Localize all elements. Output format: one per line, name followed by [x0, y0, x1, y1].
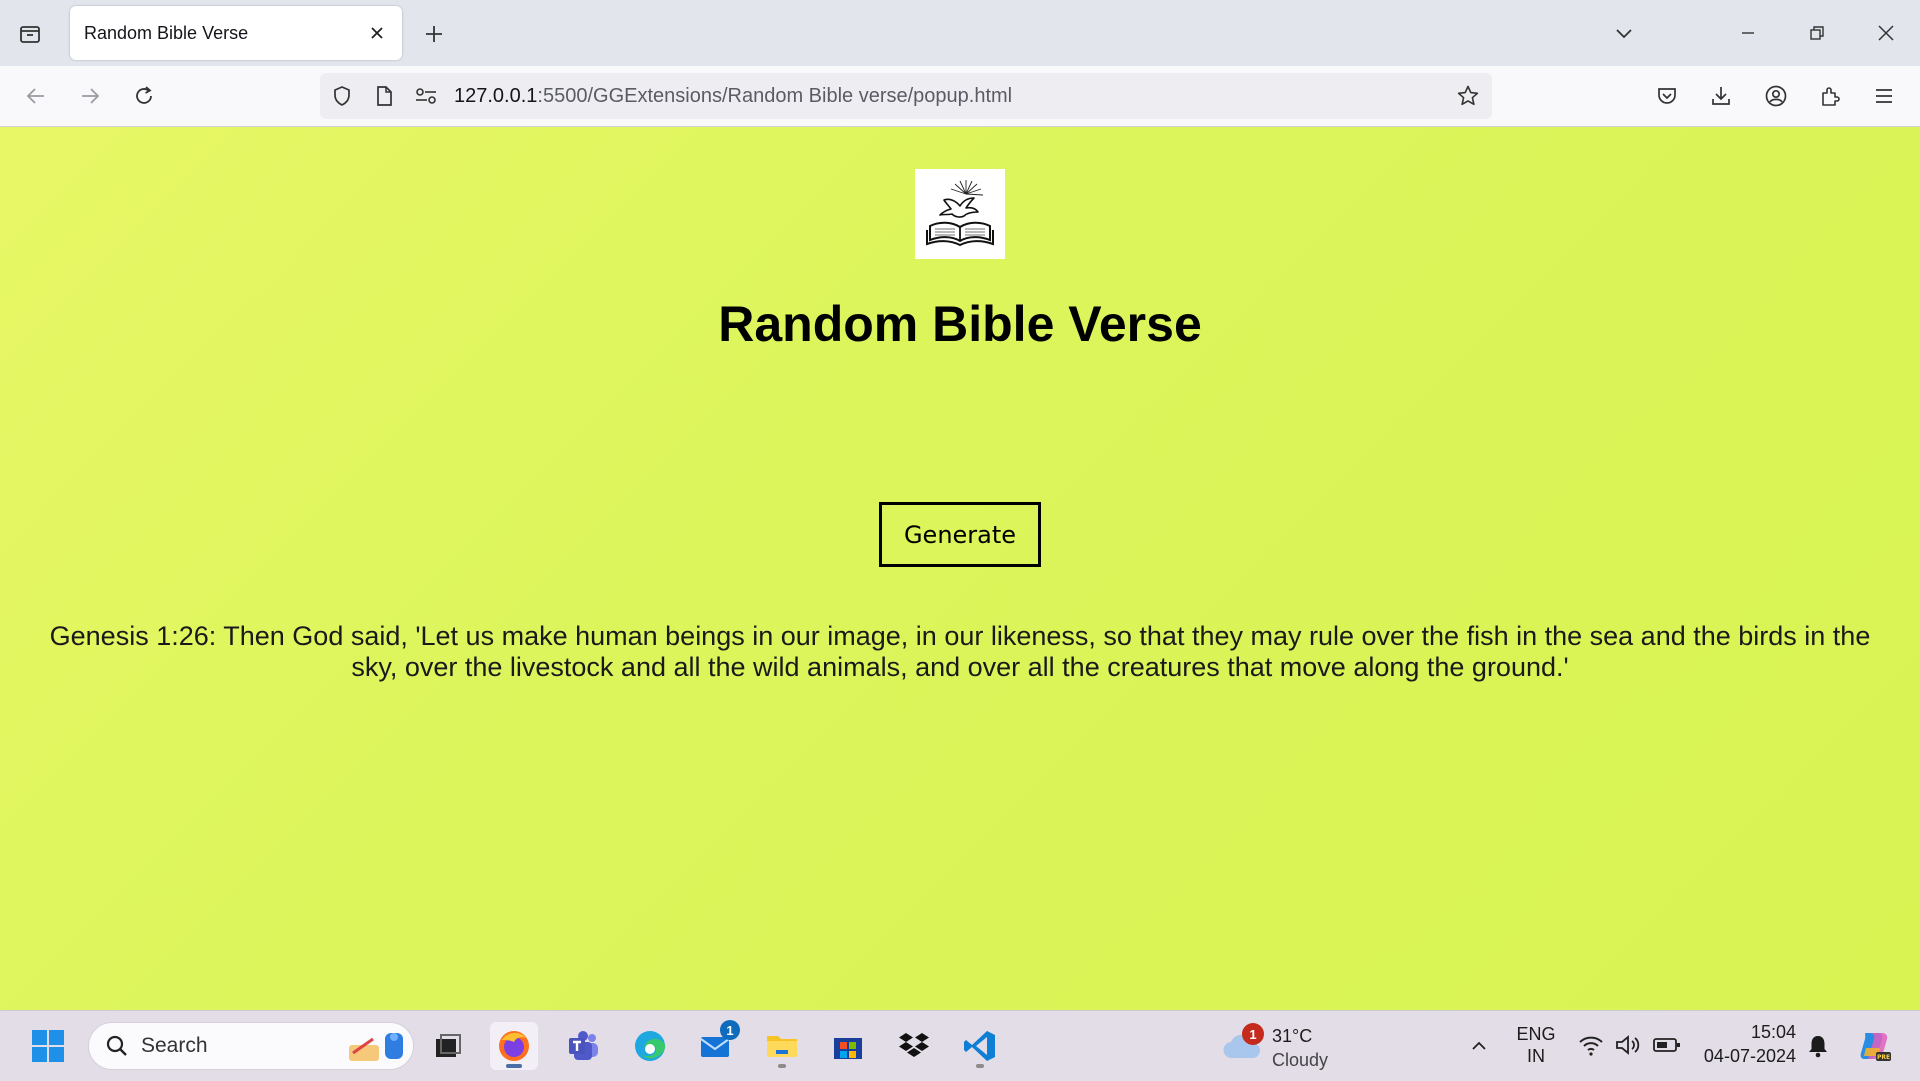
extensions-icon[interactable]	[1812, 78, 1848, 114]
firefox-taskbar-icon[interactable]	[490, 1022, 538, 1070]
weather-widget[interactable]: 1 31°C Cloudy	[1222, 1019, 1382, 1073]
svg-text:PRE: PRE	[1877, 1054, 1890, 1061]
copilot-icon[interactable]: PRE	[1850, 1022, 1898, 1070]
browser-tab[interactable]: Random Bible Verse	[70, 6, 402, 60]
file-explorer-taskbar-icon[interactable]	[758, 1022, 806, 1070]
taskbar: Search 1 1 31°C Cloudy ENG IN 15:04 04-0…	[0, 1010, 1920, 1081]
search-highlight-icon	[345, 1027, 407, 1070]
edge-taskbar-icon[interactable]	[626, 1022, 674, 1070]
address-bar[interactable]: 127.0.0.1:5500/GGExtensions/Random Bible…	[320, 73, 1492, 119]
restore-icon[interactable]	[1797, 14, 1837, 52]
teams-taskbar-icon[interactable]	[560, 1022, 608, 1070]
page-content: Random Bible Verse Generate Genesis 1:26…	[0, 127, 1920, 1010]
running-app-indicator	[976, 1064, 984, 1068]
tab-strip: Random Bible Verse	[0, 0, 1920, 66]
url-path: :5500/GGExtensions/Random Bible verse/po…	[537, 85, 1013, 107]
minimize-icon[interactable]	[1728, 14, 1768, 52]
bookmark-star-icon[interactable]	[1454, 82, 1482, 110]
search-label: Search	[141, 1034, 208, 1057]
weather-condition: Cloudy	[1272, 1050, 1329, 1070]
battery-icon	[1652, 1035, 1682, 1060]
mail-taskbar-icon[interactable]: 1	[692, 1020, 740, 1070]
clock-date: 04-07-2024	[1703, 1046, 1796, 1066]
volume-icon	[1614, 1033, 1642, 1062]
quick-settings[interactable]	[1578, 1033, 1688, 1063]
menu-icon[interactable]	[1866, 78, 1902, 114]
language-indicator[interactable]: ENG IN	[1508, 1023, 1564, 1071]
task-view-icon[interactable]	[424, 1022, 472, 1070]
pocket-icon[interactable]	[1649, 78, 1685, 114]
tab-title: Random Bible Verse	[84, 23, 249, 43]
page-title: Random Bible Verse	[718, 296, 1202, 352]
generate-button[interactable]: Generate	[879, 502, 1041, 567]
url-host: 127.0.0.1	[454, 85, 538, 107]
reload-icon[interactable]	[126, 78, 162, 114]
forward-icon[interactable]	[72, 78, 108, 114]
notification-bell-icon[interactable]	[1796, 1022, 1840, 1070]
page-info-icon[interactable]	[370, 82, 398, 110]
new-tab-icon[interactable]	[418, 18, 450, 50]
windows-start-icon[interactable]	[24, 1022, 72, 1070]
active-app-indicator	[506, 1064, 522, 1068]
list-all-tabs-icon[interactable]	[1604, 14, 1644, 52]
permissions-icon[interactable]	[412, 82, 440, 110]
clock[interactable]: 15:04 04-07-2024	[1700, 1021, 1796, 1071]
weather-temperature: 31°C	[1272, 1026, 1313, 1046]
language-code: ENG	[1516, 1024, 1556, 1044]
weather-alert-badge: 1	[1242, 1023, 1264, 1045]
navigation-bar: 127.0.0.1:5500/GGExtensions/Random Bible…	[0, 66, 1920, 127]
clock-time: 15:04	[1750, 1022, 1796, 1042]
microsoft-store-taskbar-icon[interactable]	[824, 1022, 872, 1070]
running-app-indicator	[778, 1064, 786, 1068]
language-region: IN	[1527, 1046, 1545, 1066]
downloads-icon[interactable]	[1703, 78, 1739, 114]
verse-text: Genesis 1:26: Then God said, 'Let us mak…	[49, 621, 1871, 682]
dove-over-open-bible-icon	[915, 169, 1005, 259]
url-text[interactable]: 127.0.0.1:5500/GGExtensions/Random Bible…	[454, 85, 1012, 108]
taskbar-search-box[interactable]: Search	[88, 1022, 414, 1070]
back-icon[interactable]	[18, 78, 54, 114]
tracking-protection-shield-icon[interactable]	[328, 82, 356, 110]
vscode-taskbar-icon[interactable]	[956, 1022, 1004, 1070]
tab-overview-icon[interactable]	[14, 18, 46, 50]
wifi-icon	[1578, 1033, 1604, 1062]
search-icon	[105, 1034, 129, 1063]
account-icon[interactable]	[1758, 78, 1794, 114]
dropbox-taskbar-icon[interactable]	[890, 1022, 938, 1070]
show-hidden-icons-chevron-icon[interactable]	[1454, 1022, 1504, 1070]
mail-badge: 1	[720, 1020, 740, 1040]
close-window-icon[interactable]	[1866, 14, 1906, 52]
close-tab-icon[interactable]	[364, 20, 390, 46]
